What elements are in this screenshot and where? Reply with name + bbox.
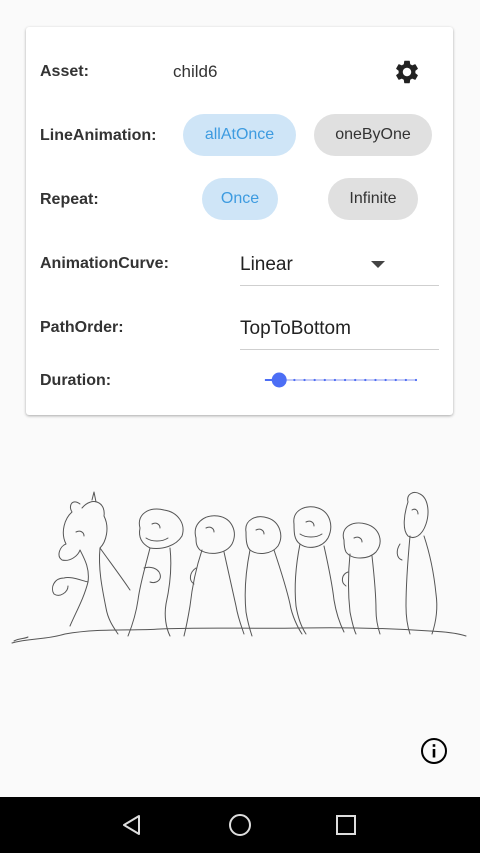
slider-tick <box>343 378 347 382</box>
chip-all-at-once[interactable]: allAtOnce <box>183 114 296 156</box>
arrow-drop-down-icon <box>371 261 385 268</box>
gear-icon[interactable] <box>393 58 421 86</box>
chip-once[interactable]: Once <box>202 178 278 220</box>
slider-tick <box>404 378 407 382</box>
settings-card: Asset: child6 LineAnimation: allAtOnce o… <box>26 27 453 415</box>
chip-infinite[interactable]: Infinite <box>328 178 418 220</box>
animation-curve-value: Linear <box>240 254 293 275</box>
slider-tick <box>333 378 337 382</box>
slider-tick <box>374 378 377 382</box>
slider-tick <box>394 378 397 382</box>
path-order-field[interactable]: TopToBottom <box>240 311 439 350</box>
duration-label: Duration: <box>40 372 112 389</box>
square-recents-icon[interactable] <box>332 811 360 839</box>
path-order-label: PathOrder: <box>40 319 124 336</box>
circle-home-icon[interactable] <box>226 811 254 839</box>
triangle-back-icon[interactable] <box>118 811 146 839</box>
slider-tick <box>414 378 418 382</box>
slider-thumb[interactable] <box>271 372 287 388</box>
slider-tick <box>262 378 266 382</box>
chip-one-by-one[interactable]: oneByOne <box>314 114 432 156</box>
slider-tick <box>293 378 296 382</box>
info-icon[interactable] <box>420 737 448 765</box>
slider-tick <box>313 378 316 382</box>
slider-tick <box>364 378 367 382</box>
path-order-value: TopToBottom <box>240 318 351 339</box>
line-art-illustration <box>11 491 467 644</box>
repeat-label: Repeat: <box>40 191 99 208</box>
animation-curve-dropdown[interactable]: Linear <box>240 247 439 286</box>
slider-tick <box>354 378 357 382</box>
slider-tick <box>303 378 306 382</box>
system-navigation-bar <box>0 797 480 853</box>
asset-label: Asset: <box>40 63 89 80</box>
duration-slider[interactable] <box>258 368 422 392</box>
animation-curve-label: AnimationCurve: <box>40 255 169 272</box>
asset-value: child6 <box>173 62 218 81</box>
line-animation-label: LineAnimation: <box>40 127 157 144</box>
slider-tick <box>384 378 387 382</box>
slider-tick <box>323 378 326 382</box>
